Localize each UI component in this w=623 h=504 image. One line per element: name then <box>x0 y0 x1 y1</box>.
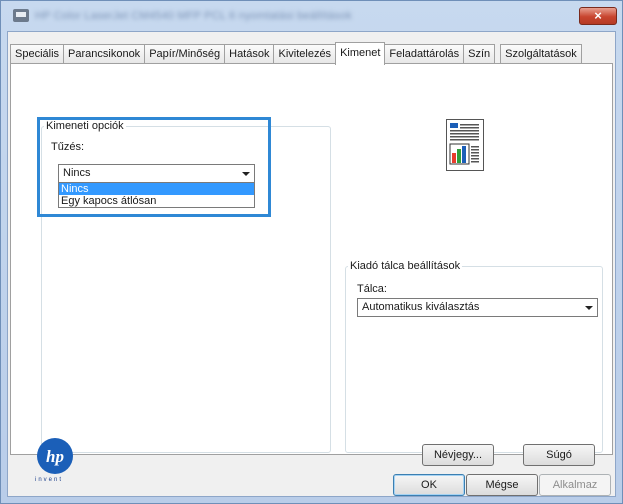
output-bin-title: Kiadó tálca beállítások <box>348 260 463 272</box>
hp-logo: hp <box>36 437 74 475</box>
printer-icon <box>13 9 29 22</box>
bin-select-value: Automatikus kiválasztás <box>362 301 480 313</box>
kimenet-tab-page: Kimeneti opciók Tűzés: Nincs Nincs Egy k… <box>10 63 613 455</box>
output-preview-image <box>446 119 484 171</box>
tab-papir-minoseg[interactable]: Papír/Minőség <box>144 44 226 64</box>
tab-kimenet[interactable]: Kimenet <box>335 42 386 65</box>
tab-strip: Speciális Parancsikonok Papír/Minőség Ha… <box>10 42 582 65</box>
help-button[interactable]: Súgó <box>523 444 595 466</box>
tab-szolgaltatasok[interactable]: Szolgáltatások <box>500 44 582 64</box>
hp-invent-text: invent <box>35 477 64 483</box>
about-button[interactable]: Névjegy... <box>422 444 494 466</box>
bin-select[interactable]: Automatikus kiválasztás <box>357 298 598 317</box>
tab-feladattarolas[interactable]: Feladattárolás <box>384 44 465 64</box>
document-preview-icon <box>449 123 479 165</box>
tab-kivitelezes[interactable]: Kivitelezés <box>273 44 337 64</box>
ok-button[interactable]: OK <box>393 474 465 496</box>
tab-specialis[interactable]: Speciális <box>10 44 65 64</box>
window-title: HP Color LaserJet CM4540 MFP PCL 6 nyomt… <box>35 10 352 22</box>
tab-szin[interactable]: Szín <box>463 44 496 64</box>
tab-hatasok[interactable]: Hatások <box>224 44 275 64</box>
chevron-down-icon <box>585 306 593 310</box>
svg-text:hp: hp <box>46 447 64 466</box>
bin-label: Tálca: <box>357 283 387 295</box>
close-button[interactable]: × <box>579 7 617 25</box>
dialog-body: Speciális Parancsikonok Papír/Minőség Ha… <box>7 31 616 497</box>
highlight-frame <box>37 117 271 217</box>
printer-preferences-window: HP Color LaserJet CM4540 MFP PCL 6 nyomt… <box>0 0 623 504</box>
tab-parancsikonok[interactable]: Parancsikonok <box>63 44 146 64</box>
cancel-button[interactable]: Mégse <box>466 474 538 496</box>
title-bar: HP Color LaserJet CM4540 MFP PCL 6 nyomt… <box>1 1 622 31</box>
apply-button[interactable]: Alkalmaz <box>539 474 611 496</box>
